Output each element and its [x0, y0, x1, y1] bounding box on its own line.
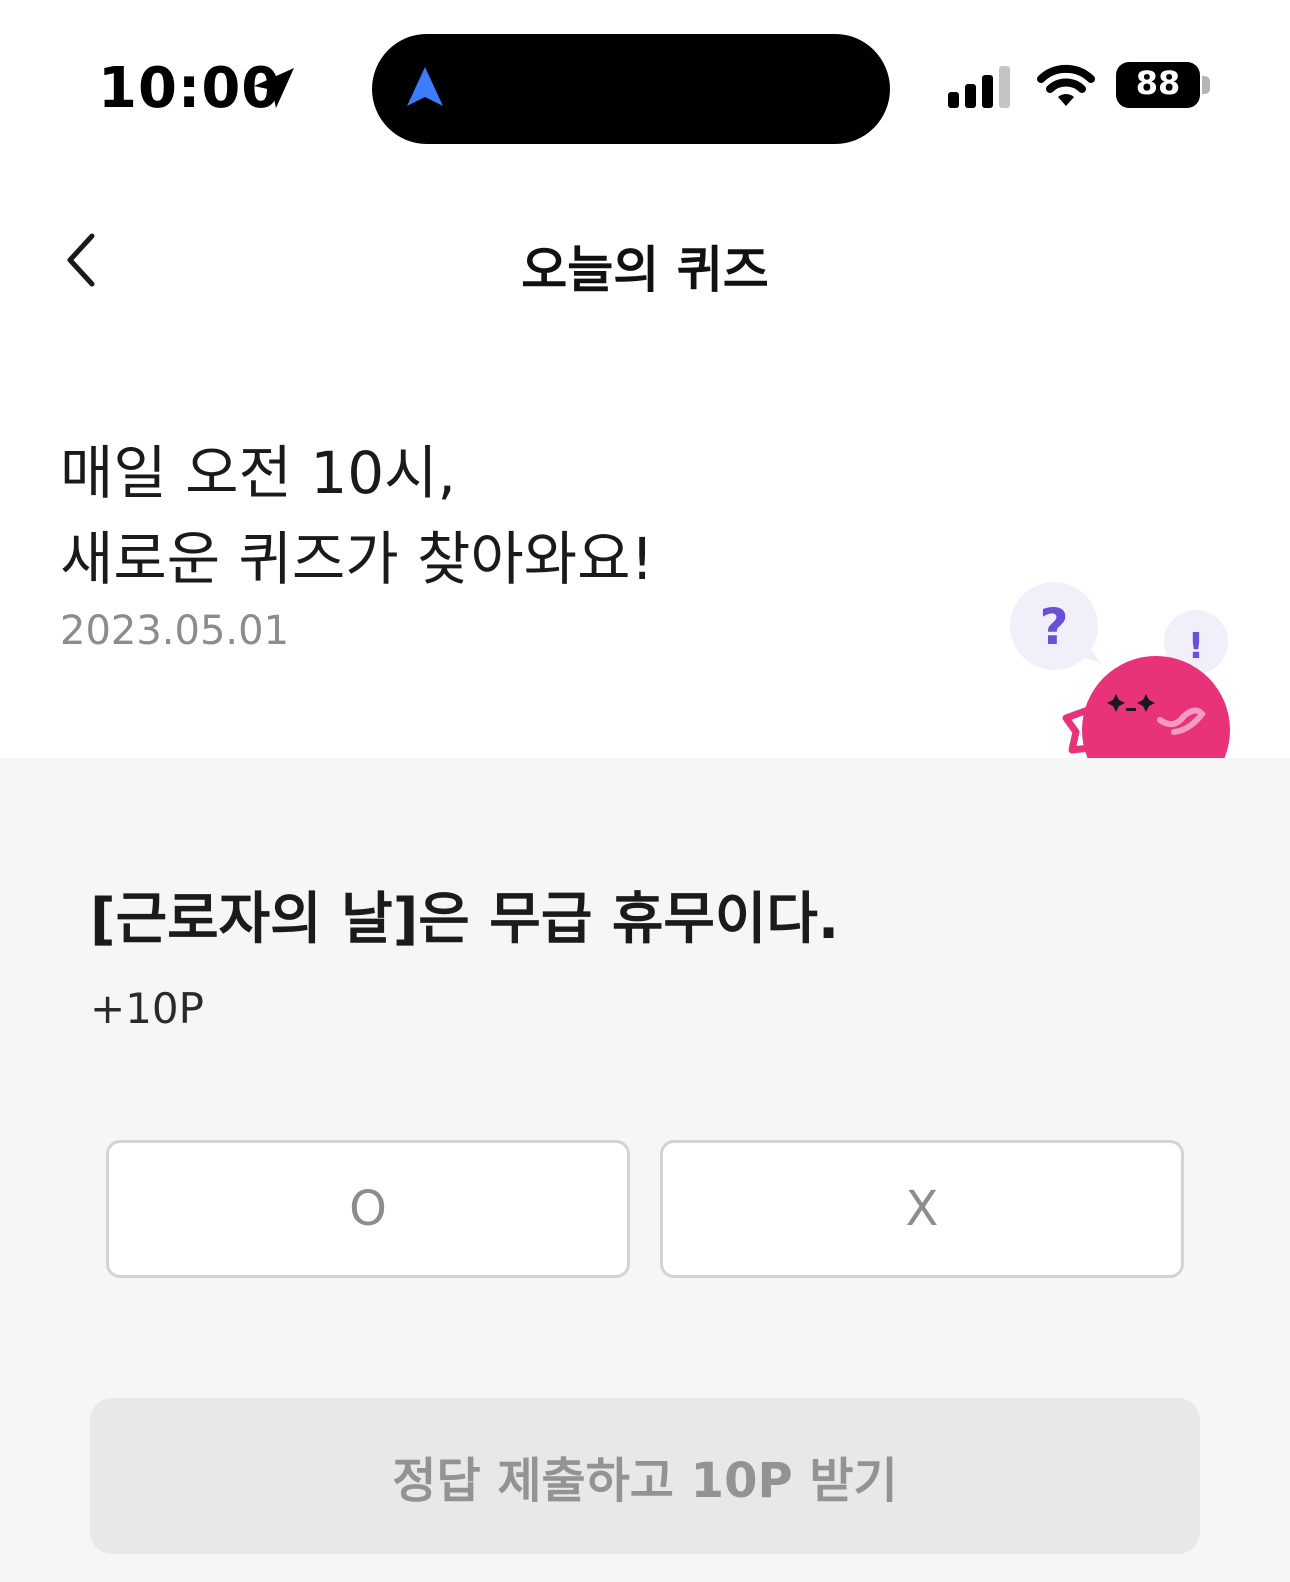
intro-line-1: 매일 오전 10시,	[60, 439, 456, 507]
navigation-arrow-icon	[407, 67, 443, 106]
header: 오늘의 퀴즈	[0, 200, 1290, 320]
quiz-intro: 매일 오전 10시, 새로운 퀴즈가 찾아와요! 2023.05.01	[60, 430, 960, 654]
battery-level: 88	[1135, 64, 1181, 102]
quiz-question: [근로자의 날]은 무급 휴무이다.	[90, 887, 840, 952]
quiz-panel: [근로자의 날]은 무급 휴무이다. +10P O X 정답 제출하고 10P …	[0, 758, 1290, 1582]
question-mark: ?	[1039, 598, 1068, 656]
intro-line-2: 새로운 퀴즈가 찾아와요!	[60, 525, 654, 593]
submit-answer-button[interactable]: 정답 제출하고 10P 받기	[90, 1398, 1200, 1554]
dynamic-island	[372, 34, 890, 144]
exclamation-mark: !	[1188, 626, 1204, 667]
quiz-date: 2023.05.01	[60, 608, 290, 654]
location-arrow-icon	[254, 68, 294, 108]
mascot-character-icon: ? !	[1010, 582, 1230, 758]
cellular-signal-icon	[948, 66, 1010, 108]
battery-icon: 88	[1116, 62, 1212, 110]
mascot-illustration: ? !	[1010, 580, 1240, 758]
wifi-icon	[1037, 64, 1095, 106]
page-title: 오늘의 퀴즈	[521, 241, 769, 299]
answer-x-button[interactable]: X	[660, 1140, 1184, 1278]
status-bar: 10:00 88	[0, 0, 1290, 160]
quiz-points: +10P	[90, 984, 204, 1033]
answer-o-button[interactable]: O	[106, 1140, 630, 1278]
